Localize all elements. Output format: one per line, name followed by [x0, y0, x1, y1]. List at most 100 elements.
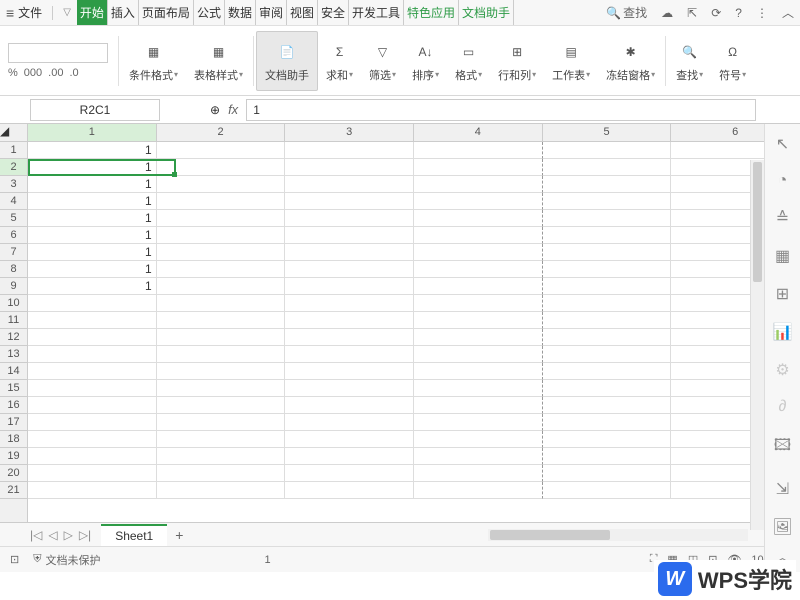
cell[interactable] — [414, 295, 543, 312]
settings-icon[interactable]: ⚙ — [775, 360, 789, 380]
cell[interactable] — [414, 431, 543, 448]
cell[interactable] — [285, 380, 414, 397]
cell[interactable] — [285, 431, 414, 448]
cell[interactable] — [414, 244, 543, 261]
thousands-icon[interactable]: 000 — [24, 67, 42, 79]
apps-icon[interactable]: ⊞ — [776, 284, 789, 304]
row-header[interactable]: 9 — [0, 278, 27, 295]
cell[interactable] — [157, 465, 286, 482]
cell[interactable] — [28, 431, 157, 448]
history-icon[interactable]: ⟳ — [711, 6, 721, 20]
cell[interactable] — [543, 244, 672, 261]
ribbon-冻结窗格[interactable]: ✱冻结窗格▾ — [598, 31, 663, 91]
tab-开始[interactable]: 开始 — [77, 0, 108, 25]
cell[interactable] — [28, 397, 157, 414]
cell[interactable] — [543, 465, 672, 482]
tab-插入[interactable]: 插入 — [108, 0, 139, 25]
cell[interactable] — [414, 261, 543, 278]
row-header[interactable]: 12 — [0, 329, 27, 346]
cell[interactable] — [414, 312, 543, 329]
cell[interactable] — [285, 346, 414, 363]
cell[interactable]: 1 — [28, 261, 157, 278]
cell[interactable]: 1 — [28, 278, 157, 295]
cell[interactable] — [543, 346, 672, 363]
first-sheet-icon[interactable]: |◁ — [30, 528, 42, 542]
cell[interactable] — [157, 227, 286, 244]
cell[interactable] — [414, 397, 543, 414]
ribbon-符号[interactable]: Ω符号▾ — [711, 31, 754, 91]
fx-icon[interactable]: fx — [228, 102, 238, 117]
shape-icon[interactable]: ◔ — [778, 172, 788, 190]
cell[interactable] — [543, 159, 672, 176]
cell[interactable] — [285, 397, 414, 414]
cell[interactable] — [543, 142, 672, 159]
cell[interactable] — [543, 329, 672, 346]
ribbon-工作表[interactable]: ▤工作表▾ — [544, 31, 598, 91]
cell[interactable] — [285, 482, 414, 499]
collapse-icon[interactable]: ︿ — [782, 4, 794, 21]
row-header[interactable]: 11 — [0, 312, 27, 329]
cell[interactable] — [285, 244, 414, 261]
cell[interactable] — [157, 380, 286, 397]
row-header[interactable]: 18 — [0, 431, 27, 448]
cell[interactable] — [414, 363, 543, 380]
style-selector[interactable] — [8, 43, 108, 63]
file-menu[interactable]: 文件 — [18, 4, 42, 21]
cell[interactable] — [157, 159, 286, 176]
spreadsheet[interactable]: ◢ 123456 1234567891011121314151617181920… — [0, 124, 800, 522]
cell[interactable] — [28, 482, 157, 499]
cell[interactable] — [28, 295, 157, 312]
row-header[interactable]: 16 — [0, 397, 27, 414]
select-all-corner[interactable]: ◢ — [0, 124, 28, 142]
ribbon-查找[interactable]: 🔍查找▾ — [668, 31, 711, 91]
cell[interactable] — [543, 193, 672, 210]
increase-decimal-icon[interactable]: .0 — [69, 67, 78, 79]
tab-审阅[interactable]: 审阅 — [256, 0, 287, 25]
more-icon[interactable]: ⋮ — [756, 6, 768, 20]
cell[interactable] — [543, 363, 672, 380]
cell[interactable] — [285, 210, 414, 227]
ribbon-求和[interactable]: Σ求和▾ — [318, 31, 361, 91]
next-sheet-icon[interactable]: ▷ — [64, 528, 73, 542]
dropdown-icon[interactable]: ▽ — [63, 7, 71, 18]
cell[interactable] — [543, 431, 672, 448]
cell[interactable] — [157, 295, 286, 312]
row-header[interactable]: 5 — [0, 210, 27, 227]
decrease-decimal-icon[interactable]: .00 — [48, 67, 63, 79]
cell[interactable] — [285, 414, 414, 431]
row-header[interactable]: 17 — [0, 414, 27, 431]
formula-input[interactable]: 1 — [246, 99, 756, 121]
cell[interactable]: 1 — [28, 227, 157, 244]
row-header[interactable]: 1 — [0, 142, 27, 159]
cell[interactable] — [285, 448, 414, 465]
cell[interactable] — [157, 363, 286, 380]
cell[interactable] — [285, 227, 414, 244]
help-icon[interactable]: ? — [735, 6, 742, 20]
cell[interactable] — [157, 414, 286, 431]
cell[interactable] — [157, 244, 286, 261]
column-header[interactable]: 3 — [285, 124, 414, 141]
cell[interactable] — [285, 312, 414, 329]
share-icon[interactable]: ⇱ — [687, 6, 697, 20]
percent-icon[interactable]: % — [8, 67, 18, 79]
add-sheet-button[interactable]: + — [175, 527, 183, 543]
cell[interactable] — [157, 397, 286, 414]
row-header[interactable]: 15 — [0, 380, 27, 397]
cell[interactable] — [543, 448, 672, 465]
expand-icon[interactable]: ⊕ — [210, 103, 220, 117]
ribbon-表格样式[interactable]: ▦表格样式▾ — [186, 31, 251, 91]
image-icon[interactable]: 🖾 — [774, 434, 791, 461]
cell[interactable] — [285, 193, 414, 210]
row-header[interactable]: 19 — [0, 448, 27, 465]
cell[interactable] — [414, 227, 543, 244]
table-icon[interactable]: ▦ — [775, 246, 790, 266]
column-header[interactable]: 5 — [543, 124, 672, 141]
protect-status[interactable]: ⛨ 文档未保护 — [33, 552, 100, 568]
row-header[interactable]: 14 — [0, 363, 27, 380]
cell[interactable] — [157, 278, 286, 295]
cell[interactable] — [543, 176, 672, 193]
cell[interactable]: 1 — [28, 210, 157, 227]
cell[interactable] — [285, 295, 414, 312]
chart-icon[interactable]: 📊 — [773, 322, 793, 342]
ribbon-文档助手[interactable]: 📄文档助手 — [256, 31, 318, 91]
